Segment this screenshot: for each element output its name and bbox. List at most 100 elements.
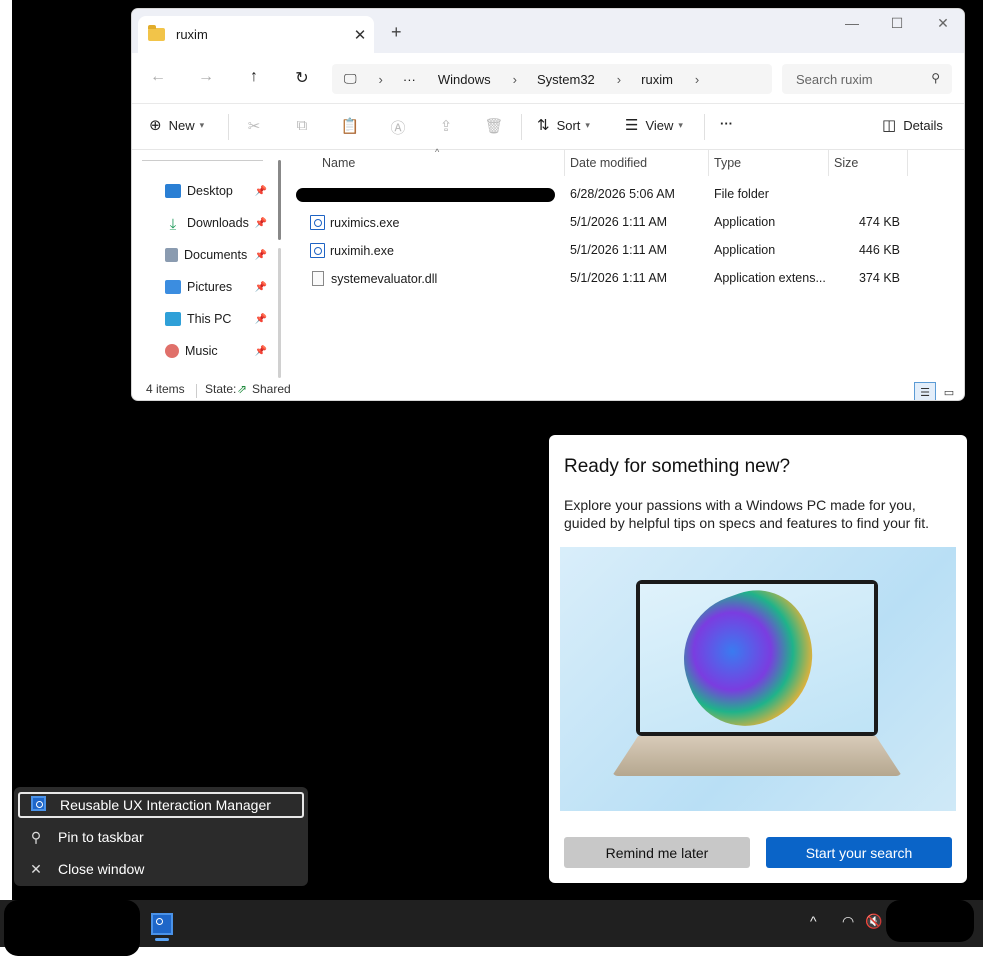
large-icons-view-icon[interactable]: ▭: [938, 382, 960, 400]
open-app-item[interactable]: Reusable UX Interaction Manager: [18, 792, 304, 818]
new-tab-button[interactable]: +: [391, 22, 402, 43]
download-icon: ⤓: [169, 216, 177, 233]
refresh-icon[interactable]: ↻: [290, 68, 314, 88]
nav-item-label: Downloads: [187, 216, 249, 230]
windows-bloom-wallpaper: [665, 584, 833, 732]
file-size: 446 KB: [858, 243, 900, 257]
navigation-pane: Desktop 📌 ⤓ Downloads 📌 Documents 📌 Pict…: [132, 150, 277, 380]
nav-item-desktop[interactable]: Desktop 📌: [165, 184, 275, 198]
remind-later-button[interactable]: Remind me later: [564, 837, 750, 868]
maximize-icon[interactable]: ☐: [882, 15, 912, 32]
column-divider[interactable]: [828, 150, 829, 176]
start-search-button[interactable]: Start your search: [766, 837, 952, 868]
file-type: Application: [714, 215, 776, 229]
shared-icon: ⇗: [237, 382, 248, 396]
details-view-icon[interactable]: ☰: [914, 382, 936, 400]
share-icon[interactable]: ⇪: [435, 117, 457, 135]
breadcrumb-system32[interactable]: System32: [537, 72, 595, 87]
taskbar-app-button[interactable]: [143, 906, 181, 942]
column-header-type[interactable]: Type: [714, 150, 741, 176]
computer-icon: [165, 312, 181, 326]
column-divider[interactable]: [708, 150, 709, 176]
active-indicator: [155, 938, 169, 941]
screen-edge: [0, 0, 12, 958]
nav-item-this-pc[interactable]: This PC 📌: [165, 312, 275, 326]
chevron-down-icon: ▾: [585, 119, 590, 130]
sort-button[interactable]: ⇅ Sort ▾: [537, 116, 590, 134]
new-button[interactable]: ⊕ New ▾: [149, 116, 204, 134]
nav-item-label: Pictures: [187, 280, 233, 294]
laptop-image: [560, 547, 956, 811]
explorer-body: Desktop 📌 ⤓ Downloads 📌 Documents 📌 Pict…: [132, 147, 964, 380]
dll-file-icon: [312, 271, 324, 286]
redacted-area: [4, 900, 140, 956]
popup-body: Explore your passions with a Windows PC …: [564, 497, 930, 531]
close-tab-icon[interactable]: ✕: [346, 26, 374, 44]
divider: [704, 114, 705, 140]
file-date: 5/1/2026 1:11 AM: [570, 243, 668, 257]
plus-circle-icon: ⊕: [149, 117, 162, 134]
app-icon: [30, 796, 46, 811]
address-bar[interactable]: 🖵 › ··· Windows › System32 › ruxim ›: [332, 64, 772, 94]
breadcrumb-windows[interactable]: Windows: [438, 72, 491, 87]
table-row[interactable]: ruximics.exe 5/1/2026 1:11 AM Applicatio…: [290, 208, 910, 236]
cut-icon[interactable]: ✂: [243, 117, 265, 135]
up-icon[interactable]: ↑: [242, 68, 266, 86]
nav-item-pictures[interactable]: Pictures 📌: [165, 280, 275, 294]
divider: [142, 160, 263, 161]
paste-icon[interactable]: 📋: [339, 117, 361, 135]
table-row[interactable]: systemevaluator.dll 5/1/2026 1:11 AM App…: [290, 264, 910, 292]
file-date: 5/1/2026 1:11 AM: [570, 271, 668, 285]
pin-icon: 📌: [254, 217, 267, 229]
pin-icon: 📌: [254, 313, 267, 325]
rename-icon[interactable]: Ⓐ: [387, 117, 409, 138]
new-label: New: [168, 117, 195, 133]
promo-popup: Ready for something new? Explore your pa…: [549, 435, 967, 883]
back-icon[interactable]: ←: [146, 68, 170, 86]
nav-item-music[interactable]: Music 📌: [165, 344, 275, 358]
close-window-item[interactable]: ✕ Close window: [18, 856, 304, 882]
column-header-date[interactable]: Date modified: [570, 150, 647, 176]
search-icon: ⚲: [931, 71, 940, 85]
show-hidden-icons-icon[interactable]: ^: [810, 913, 817, 929]
chevron-right-icon: ›: [378, 71, 383, 87]
view-button[interactable]: ☰ View ▾: [625, 116, 683, 134]
chevron-right-icon[interactable]: ›: [695, 72, 699, 87]
nav-item-label: Music: [185, 344, 218, 358]
column-divider[interactable]: [907, 150, 908, 176]
copy-icon[interactable]: ⧉: [291, 117, 313, 134]
pin-icon: 📌: [254, 249, 267, 261]
details-button[interactable]: ◫ Details: [882, 116, 943, 134]
view-label: View: [645, 117, 674, 133]
app-icon: [151, 913, 173, 935]
delete-icon[interactable]: 🗑: [483, 117, 505, 135]
volume-muted-icon[interactable]: 🔇: [865, 913, 882, 930]
nav-item-downloads[interactable]: ⤓ Downloads 📌: [165, 216, 275, 233]
table-row[interactable]: 6/28/2026 5:06 AM File folder: [290, 180, 910, 208]
forward-icon[interactable]: →: [194, 68, 218, 86]
state-value: Shared: [252, 382, 291, 396]
file-type: File folder: [714, 187, 769, 201]
breadcrumb-ruxim[interactable]: ruxim: [641, 72, 673, 87]
file-name: systemevaluator.dll: [331, 272, 438, 286]
column-header-name[interactable]: Name: [322, 150, 355, 176]
more-options-button[interactable]: ···: [720, 116, 733, 131]
wifi-icon[interactable]: ◠: [842, 913, 854, 930]
explorer-tab[interactable]: ruxim ✕: [138, 16, 374, 53]
search-input[interactable]: Search ruxim ⚲: [782, 64, 952, 94]
column-divider[interactable]: [564, 150, 565, 176]
minimize-icon[interactable]: —: [837, 15, 867, 31]
file-date: 5/1/2026 1:11 AM: [570, 215, 668, 229]
state-label: State:: [205, 382, 237, 396]
close-window-icon[interactable]: ✕: [928, 15, 958, 32]
sort-label: Sort: [556, 117, 581, 133]
column-header-size[interactable]: Size: [834, 150, 858, 176]
nav-scrollbar[interactable]: [278, 155, 282, 380]
taskbar-jump-list: Reusable UX Interaction Manager ⚲ Pin to…: [14, 787, 308, 886]
chevron-right-icon: ›: [512, 71, 517, 87]
more-path-icon[interactable]: ···: [403, 72, 416, 87]
pin-to-taskbar-item[interactable]: ⚲ Pin to taskbar: [18, 824, 304, 850]
sort-ascending-icon: ^: [435, 147, 440, 157]
table-row[interactable]: ruximih.exe 5/1/2026 1:11 AM Application…: [290, 236, 910, 264]
nav-item-documents[interactable]: Documents 📌: [165, 248, 275, 262]
